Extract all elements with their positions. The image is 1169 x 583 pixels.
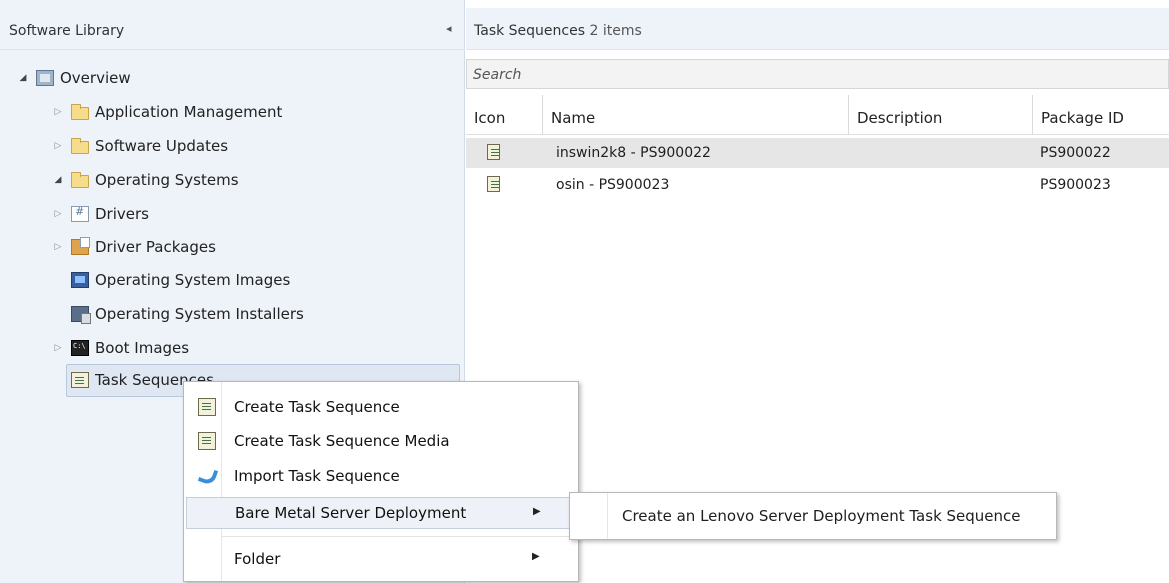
navigation-title: Software Library bbox=[9, 23, 125, 39]
menu-item-label: Create Task Sequence Media bbox=[234, 432, 450, 450]
column-header-description[interactable]: Description bbox=[849, 95, 1033, 135]
tree-item-software-updates[interactable]: ▷ Software Updates bbox=[51, 132, 229, 160]
content-title-wrapper: Task Sequences 2 items bbox=[474, 23, 642, 39]
menu-item-create-task-sequence[interactable]: Create Task Sequence bbox=[186, 391, 576, 423]
folder-icon bbox=[71, 137, 89, 154]
expander-closed-icon[interactable]: ▷ bbox=[51, 107, 65, 117]
expander-open-icon[interactable]: ◢ bbox=[16, 73, 30, 83]
menu-item-label: Folder bbox=[234, 550, 281, 568]
tree-item-operating-systems[interactable]: ◢ Operating Systems bbox=[51, 166, 239, 194]
tree-item-label: Drivers bbox=[95, 205, 149, 223]
row-name: osin - PS900023 bbox=[556, 177, 670, 193]
grid-header: Icon Name Description Package ID bbox=[466, 95, 1169, 135]
tree-item-label: Boot Images bbox=[95, 339, 190, 357]
content-header: Task Sequences 2 items bbox=[466, 8, 1169, 50]
column-header-name[interactable]: Name bbox=[543, 95, 849, 135]
table-row[interactable]: osin - PS900023 PS900023 bbox=[466, 170, 1169, 200]
menu-item-bare-metal-server-deployment[interactable]: Bare Metal Server Deployment ▶ bbox=[186, 497, 576, 529]
menu-item-label: Import Task Sequence bbox=[234, 467, 400, 485]
expander-closed-icon[interactable]: ▷ bbox=[51, 209, 65, 219]
column-header-package-id[interactable]: Package ID bbox=[1033, 95, 1169, 135]
submenu-arrow-icon: ▶ bbox=[532, 551, 540, 562]
tree-item-os-installers[interactable]: Operating System Installers bbox=[71, 300, 304, 328]
expander-closed-icon[interactable]: ▷ bbox=[51, 343, 65, 353]
search-bar bbox=[466, 59, 1169, 89]
row-package-id: PS900022 bbox=[1040, 145, 1111, 161]
expander-closed-icon[interactable]: ▷ bbox=[51, 242, 65, 252]
driver-package-icon bbox=[71, 237, 90, 255]
menu-separator bbox=[222, 536, 577, 537]
item-count: 2 items bbox=[589, 23, 642, 39]
menu-item-label: Create an Lenovo Server Deployment Task … bbox=[622, 507, 1021, 525]
tree-item-label: Overview bbox=[60, 69, 131, 87]
import-arrow-icon bbox=[198, 467, 216, 485]
content-title: Task Sequences bbox=[474, 23, 586, 39]
menu-item-create-lenovo-deployment-task-sequence[interactable]: Create an Lenovo Server Deployment Task … bbox=[572, 499, 1054, 533]
create-task-sequence-icon bbox=[198, 398, 216, 416]
task-sequence-icon bbox=[487, 144, 500, 160]
os-installer-icon bbox=[71, 306, 91, 324]
tree-item-label: Operating System Images bbox=[95, 271, 291, 289]
menu-item-label: Bare Metal Server Deployment bbox=[235, 504, 467, 522]
row-name: inswin2k8 - PS900022 bbox=[556, 145, 711, 161]
search-input[interactable] bbox=[473, 64, 1153, 86]
overview-icon bbox=[36, 70, 54, 86]
tree-item-boot-images[interactable]: ▷ Boot Images bbox=[51, 334, 190, 362]
tree-item-application-management[interactable]: ▷ Application Management bbox=[51, 98, 283, 126]
tree-item-drivers[interactable]: ▷ Drivers bbox=[51, 200, 149, 228]
tree-item-driver-packages[interactable]: ▷ Driver Packages bbox=[51, 233, 216, 261]
folder-icon bbox=[71, 103, 89, 120]
tree-item-label: Software Updates bbox=[95, 137, 229, 155]
tree-item-overview[interactable]: ◢ Overview bbox=[16, 64, 131, 92]
task-sequence-icon bbox=[71, 372, 89, 388]
task-sequence-media-icon bbox=[198, 432, 216, 450]
submenu: Create an Lenovo Server Deployment Task … bbox=[569, 492, 1057, 540]
tree-item-label: Application Management bbox=[95, 103, 283, 121]
task-sequence-icon bbox=[487, 176, 500, 192]
submenu-arrow-icon: ▶ bbox=[533, 506, 541, 517]
expander-open-icon[interactable]: ◢ bbox=[51, 175, 65, 185]
menu-item-label: Create Task Sequence bbox=[234, 398, 400, 416]
menu-item-folder[interactable]: Folder ▶ bbox=[186, 543, 576, 575]
column-header-icon[interactable]: Icon bbox=[466, 95, 543, 135]
folder-icon bbox=[71, 171, 89, 188]
context-menu: Create Task Sequence Create Task Sequenc… bbox=[183, 381, 579, 582]
table-row[interactable]: inswin2k8 - PS900022 PS900022 bbox=[466, 138, 1169, 168]
row-package-id: PS900023 bbox=[1040, 177, 1111, 193]
menu-item-create-task-sequence-media[interactable]: Create Task Sequence Media bbox=[186, 425, 576, 457]
navigation-header: Software Library ◂ bbox=[0, 8, 465, 50]
tree-item-os-images[interactable]: Operating System Images bbox=[71, 266, 290, 294]
tree-item-label: Driver Packages bbox=[95, 238, 216, 256]
driver-icon bbox=[71, 205, 89, 222]
collapse-pane-icon[interactable]: ◂ bbox=[446, 22, 452, 35]
boot-image-icon bbox=[71, 340, 89, 356]
menu-item-import-task-sequence[interactable]: Import Task Sequence bbox=[186, 460, 576, 492]
os-image-icon bbox=[71, 272, 89, 288]
tree-item-label: Operating System Installers bbox=[95, 305, 304, 323]
tree-item-label: Operating Systems bbox=[95, 171, 239, 189]
expander-closed-icon[interactable]: ▷ bbox=[51, 141, 65, 151]
